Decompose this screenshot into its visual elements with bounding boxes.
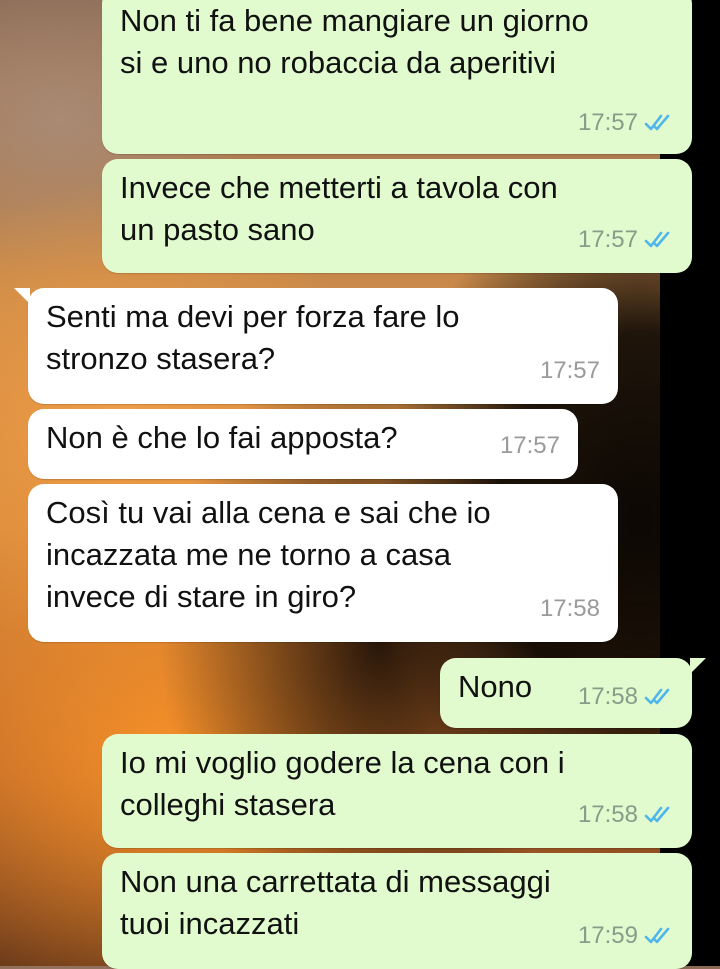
message-text: Senti ma devi per forza fare lo stronzo …	[46, 299, 460, 376]
message-time: 17:59	[577, 922, 638, 949]
message-meta: 17:59	[578, 915, 674, 957]
double-check-read-icon	[644, 688, 670, 705]
message-meta: 17:57	[540, 350, 600, 392]
message-time: 17:58	[577, 683, 638, 710]
double-check-read-icon	[644, 231, 670, 248]
message-bubble-outgoing[interactable]: Io mi voglio godere la cena con i colleg…	[102, 734, 692, 848]
message-meta: 17:57	[578, 102, 674, 144]
message-text: Non è che lo fai apposta?	[46, 420, 398, 455]
message-bubble-incoming[interactable]: Non è che lo fai apposta? 17:57	[28, 409, 578, 479]
message-bubble-outgoing[interactable]: Non ti fa bene mangiare un giorno si e u…	[102, 0, 692, 154]
double-check-read-icon	[644, 927, 670, 944]
message-time: 17:57	[539, 357, 600, 384]
message-meta: 17:58	[578, 794, 674, 836]
message-time: 17:58	[577, 801, 638, 828]
double-check-read-icon	[644, 806, 670, 823]
message-bubble-outgoing[interactable]: Nono 17:58	[440, 658, 706, 728]
message-meta: 17:58	[540, 588, 600, 630]
message-bubble-outgoing[interactable]: Invece che metterti a tavola con un past…	[102, 159, 692, 273]
message-text: Nono	[458, 669, 533, 704]
message-text: Non ti fa bene mangiare un giorno si e u…	[120, 3, 589, 80]
message-time: 17:57	[577, 226, 638, 253]
message-time: 17:57	[577, 109, 638, 136]
message-meta: 17:58	[578, 676, 674, 718]
message-time: 17:57	[499, 432, 560, 459]
message-bubble-outgoing[interactable]: Non una carrettata di messaggi tuoi inca…	[102, 853, 692, 969]
message-bubble-incoming[interactable]: Così tu vai alla cena e sai che io incaz…	[28, 484, 618, 642]
double-check-read-icon	[644, 114, 670, 131]
message-meta: 17:57	[500, 425, 560, 467]
bubble-tail	[14, 288, 30, 304]
message-bubble-incoming[interactable]: Senti ma devi per forza fare lo stronzo …	[14, 288, 618, 404]
bubble-tail	[690, 658, 706, 674]
message-time: 17:58	[539, 595, 600, 622]
message-text: Così tu vai alla cena e sai che io incaz…	[46, 495, 491, 614]
message-meta: 17:57	[578, 219, 674, 261]
